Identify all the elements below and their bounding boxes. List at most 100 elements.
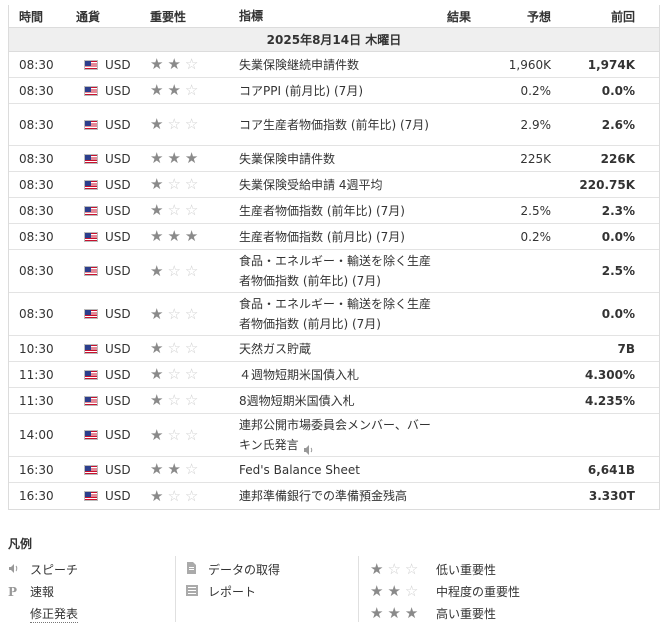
event-previous: 4.300% — [585, 367, 635, 382]
event-name[interactable]: 天然ガス貯蔵 — [229, 339, 435, 359]
importance-stars: ★ ☆ ☆ — [150, 425, 199, 444]
legend-medium: ★ ★ ☆ 中程度の重要性 — [370, 583, 520, 600]
star-filled-icon: ★ — [150, 115, 164, 133]
star-filled-icon: ★ — [150, 227, 164, 245]
star-empty-icon: ☆ — [184, 81, 199, 99]
star-empty-icon: ☆ — [167, 425, 181, 444]
table-row[interactable]: 16:30 USD ★ ☆ ☆ 連邦準備銀行での準備預金残高 3.330T — [9, 483, 659, 509]
table-row[interactable]: 08:30 USD ★ ☆ ☆ 食品・エネルギー・輸送を除く生産者物価指数 (前月比) (… — [9, 293, 659, 336]
event-name[interactable]: 8週物短期米国債入札 — [229, 391, 435, 411]
legend-revised-label: 修正発表 — [30, 607, 79, 623]
header-forecast[interactable]: 予想 — [491, 8, 551, 25]
event-currency: USD — [76, 489, 140, 503]
table-row[interactable]: 08:30 USD ★ ★ ☆ コアPPI (前月比) (7月) 0.2% 0.0% — [9, 78, 659, 104]
event-previous: 0.0% — [601, 307, 635, 321]
header-time[interactable]: 時間 — [9, 8, 76, 25]
event-name[interactable]: 連邦準備銀行での準備預金残高 — [229, 486, 435, 506]
table-row[interactable]: 11:30 USD ★ ☆ ☆ ４週物短期米国債入札 4.300% — [9, 362, 659, 388]
event-name-text[interactable]: 失業保険申請件数 — [239, 152, 335, 166]
event-name-text[interactable]: コア生産者物価指数 (前年比) (7月) — [239, 118, 429, 132]
event-name-text[interactable]: コアPPI (前月比) (7月) — [239, 84, 363, 98]
document-icon — [186, 562, 208, 577]
event-previous: 1,974K — [587, 57, 635, 72]
economic-calendar-table: 時間 通貨 重要性 指標 結果 予想 前回 2025年8月14日 木曜日 08:… — [8, 5, 660, 510]
legend-title: 凡例 — [8, 537, 33, 551]
event-name[interactable]: 失業保険継続申請件数 — [229, 55, 435, 75]
legend-divider-1 — [175, 556, 176, 622]
event-previous: 220.75K — [579, 177, 635, 192]
event-name-text[interactable]: 食品・エネルギー・輸送を除く生産者物価指数 (前年比) (7月) — [239, 254, 431, 288]
low-importance-stars: ★ ☆ ☆ — [370, 560, 419, 578]
event-name-text[interactable]: ４週物短期米国債入札 — [239, 368, 359, 382]
table-row[interactable]: 08:30 USD ★ ★ ★ 失業保険申請件数 225K 226K — [9, 146, 659, 172]
star-filled-icon: ★ — [150, 339, 164, 357]
star-empty-icon: ☆ — [184, 201, 199, 219]
star-empty-icon: ☆ — [184, 175, 199, 193]
legend-medium-label: 中程度の重要性 — [436, 585, 521, 599]
table-row[interactable]: 08:30 USD ★ ☆ ☆ コア生産者物価指数 (前年比) (7月) 2.9% 2.6% — [9, 104, 659, 146]
event-importance: ★ ★ ★ — [140, 229, 229, 244]
event-name[interactable]: 失業保険受給申請 4週平均 — [229, 175, 435, 195]
event-importance: ★ ★ ☆ — [140, 57, 229, 72]
star-empty-icon: ☆ — [184, 425, 199, 444]
event-time: 11:30 — [19, 393, 54, 408]
event-name[interactable]: Fed's Balance Sheet — [229, 460, 435, 480]
event-name[interactable]: 生産者物価指数 (前月比) (7月) — [229, 227, 435, 247]
event-previous: 0.0% — [601, 229, 635, 244]
header-currency[interactable]: 通貨 — [76, 8, 140, 25]
header-importance[interactable]: 重要性 — [140, 8, 229, 25]
table-row[interactable]: 14:00 USD ★ ☆ ☆ 連邦公開市場委員会メンバー、バーキン氏発言 — [9, 414, 659, 457]
event-name[interactable]: 連邦公開市場委員会メンバー、バーキン氏発言 — [229, 415, 435, 455]
star-filled-icon: ★ — [184, 149, 199, 167]
table-row[interactable]: 08:30 USD ★ ★ ☆ 失業保険継続申請件数 1,960K 1,974K — [9, 52, 659, 78]
star-filled-icon: ★ — [150, 304, 164, 323]
importance-stars: ★ ★ ★ — [150, 229, 198, 244]
event-name[interactable]: コア生産者物価指数 (前年比) (7月) — [229, 115, 435, 135]
high-importance-stars: ★ ★ ★ — [370, 604, 419, 622]
event-forecast: 0.2% — [520, 229, 552, 244]
event-name-text[interactable]: 連邦準備銀行での準備預金残高 — [239, 489, 407, 503]
star-empty-icon: ☆ — [167, 261, 181, 280]
event-name-text[interactable]: 生産者物価指数 (前月比) (7月) — [239, 230, 405, 244]
star-empty-icon: ☆ — [167, 486, 181, 505]
header-previous[interactable]: 前回 — [551, 8, 635, 25]
event-currency: USD — [76, 230, 140, 244]
event-name-text[interactable]: Fed's Balance Sheet — [239, 463, 360, 477]
event-name[interactable]: ４週物短期米国債入札 — [229, 365, 435, 385]
event-importance: ★ ☆ ☆ — [140, 203, 229, 218]
event-name-text[interactable]: 失業保険受給申請 4週平均 — [239, 178, 382, 192]
us-flag-icon — [84, 85, 98, 96]
event-name[interactable]: 生産者物価指数 (前年比) (7月) — [229, 201, 435, 221]
currency-code: USD — [105, 264, 131, 278]
event-name-text[interactable]: 連邦公開市場委員会メンバー、バーキン氏発言 — [239, 418, 431, 452]
header-event[interactable]: 指標 — [229, 6, 435, 26]
table-row[interactable]: 08:30 USD ★ ☆ ☆ 生産者物価指数 (前年比) (7月) 2.5% 2.3% — [9, 198, 659, 224]
table-row[interactable]: 10:30 USD ★ ☆ ☆ 天然ガス貯蔵 7B — [9, 336, 659, 362]
event-name-text[interactable]: 失業保険継続申請件数 — [239, 58, 359, 72]
event-importance: ★ ☆ ☆ — [140, 393, 229, 408]
table-row[interactable]: 08:30 USD ★ ★ ★ 生産者物価指数 (前月比) (7月) 0.2% 0.0% — [9, 224, 659, 250]
table-row[interactable]: 08:30 USD ★ ☆ ☆ 失業保険受給申請 4週平均 220.75K — [9, 172, 659, 198]
header-actual[interactable]: 結果 — [435, 8, 491, 25]
event-name[interactable]: コアPPI (前月比) (7月) — [229, 81, 435, 101]
event-name[interactable]: 食品・エネルギー・輸送を除く生産者物価指数 (前月比) (7月) — [229, 294, 435, 334]
currency-code: USD — [105, 367, 131, 382]
event-name-text[interactable]: 生産者物価指数 (前年比) (7月) — [239, 204, 405, 218]
event-importance: ★ ☆ ☆ — [140, 486, 229, 505]
star-filled-icon: ★ — [150, 201, 164, 219]
star-empty-icon: ☆ — [184, 460, 199, 478]
table-row[interactable]: 16:30 USD ★ ★ ☆ Fed's Balance Sheet 6,641B — [9, 457, 659, 483]
event-name[interactable]: 失業保険申請件数 — [229, 149, 435, 169]
event-name[interactable]: 食品・エネルギー・輸送を除く生産者物価指数 (前年比) (7月) — [229, 251, 435, 291]
event-time: 08:30 — [19, 83, 54, 98]
star-empty-icon: ☆ — [167, 175, 181, 193]
star-filled-icon: ★ — [184, 227, 199, 245]
importance-stars: ★ ★ ☆ — [150, 57, 198, 72]
event-name-text[interactable]: 8週物短期米国債入札 — [239, 394, 355, 408]
us-flag-icon — [84, 231, 98, 242]
table-row[interactable]: 08:30 USD ★ ☆ ☆ 食品・エネルギー・輸送を除く生産者物価指数 (前年比) (… — [9, 250, 659, 293]
event-name-text[interactable]: 食品・エネルギー・輸送を除く生産者物価指数 (前月比) (7月) — [239, 297, 431, 331]
event-name-text[interactable]: 天然ガス貯蔵 — [239, 342, 311, 356]
event-importance: ★ ☆ ☆ — [140, 367, 229, 382]
table-row[interactable]: 11:30 USD ★ ☆ ☆ 8週物短期米国債入札 4.235% — [9, 388, 659, 414]
